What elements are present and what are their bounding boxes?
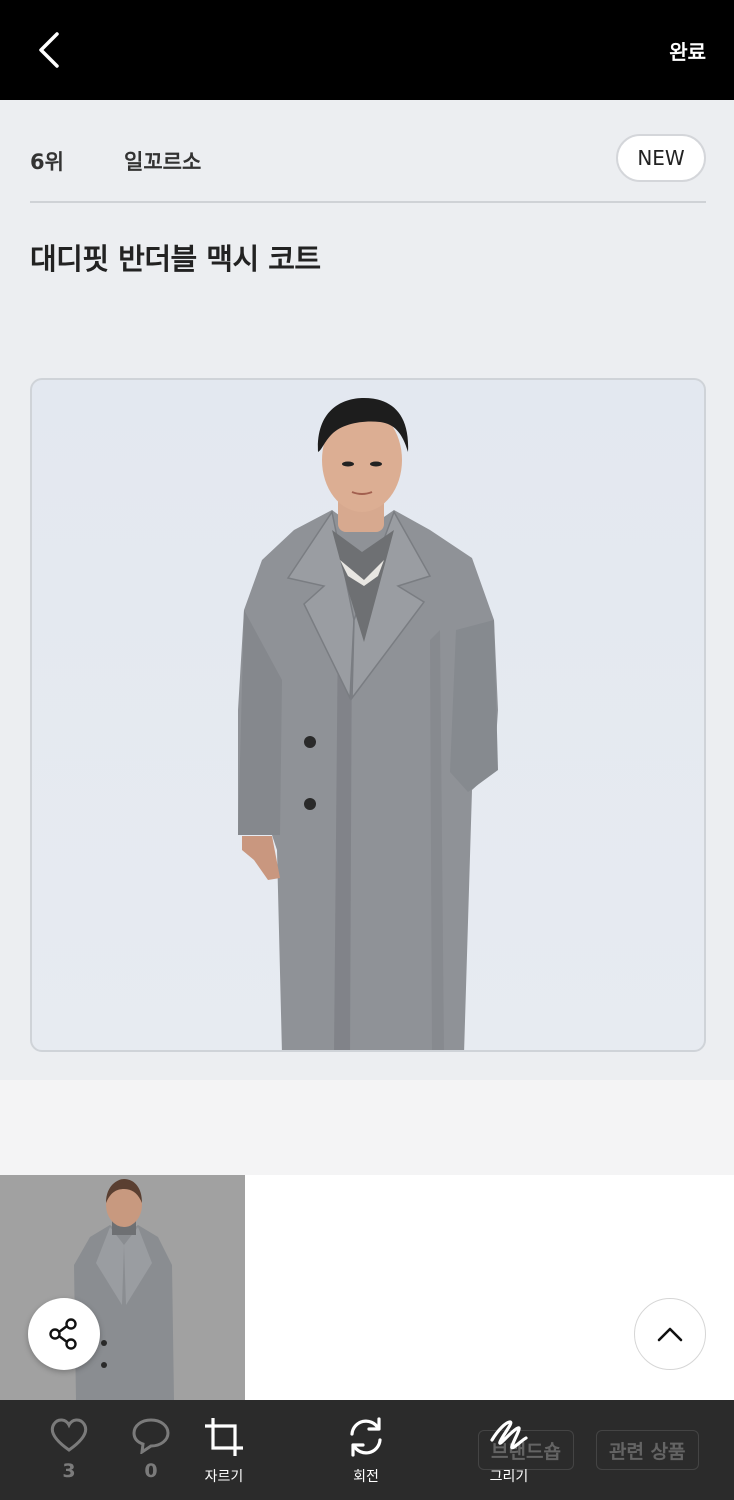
heart-icon — [50, 1418, 88, 1452]
related-thumbnail[interactable] — [0, 1175, 245, 1400]
draw-tool[interactable]: 그리기 — [469, 1416, 549, 1486]
chevron-left-icon — [39, 32, 59, 68]
model-coat-illustration — [238, 398, 498, 1050]
scroll-top-button[interactable] — [634, 1298, 706, 1370]
thumbnail-coat-illustration — [74, 1179, 174, 1400]
divider — [30, 201, 706, 203]
rotate-label: 회전 — [353, 1469, 379, 1485]
product-photo — [30, 378, 706, 1052]
rank-row: 6위 일꼬르소 NEW — [30, 134, 706, 184]
back-button[interactable] — [28, 26, 72, 74]
crop-label: 자르기 — [204, 1469, 244, 1485]
share-button[interactable] — [28, 1298, 100, 1370]
crop-tool[interactable]: 자르기 — [184, 1416, 264, 1486]
product-title: 대디핏 반더블 맥시 코트 — [30, 242, 321, 276]
chevron-up-icon — [657, 1327, 683, 1342]
related-products-button: 관련 상품 — [596, 1430, 699, 1470]
done-button[interactable]: 완료 — [669, 36, 706, 65]
rotate-tool[interactable]: 회전 — [326, 1416, 406, 1486]
rotate-icon — [350, 1417, 382, 1457]
edit-toolbar: 3 0 브랜드숍 관련 상품 자르기 회전 그리기 — [0, 1400, 734, 1500]
draw-label: 그리기 — [489, 1469, 529, 1485]
draw-icon — [490, 1420, 528, 1450]
rank-label: 6위 — [30, 150, 64, 174]
comment-action: 0 — [130, 1416, 172, 1482]
top-bar: 완료 — [0, 0, 734, 100]
edit-canvas: 6위 일꼬르소 NEW 대디핏 반더블 맥시 코트 — [0, 100, 734, 1400]
like-count: 3 — [62, 1460, 76, 1482]
product-card: 6위 일꼬르소 NEW 대디핏 반더블 맥시 코트 — [0, 100, 734, 1080]
brand-name: 일꼬르소 — [124, 150, 202, 174]
like-action: 3 — [48, 1416, 90, 1482]
comment-icon — [132, 1418, 170, 1454]
crop-icon — [205, 1418, 243, 1456]
section-gap — [0, 1080, 734, 1175]
new-badge: NEW — [616, 134, 706, 182]
comment-count: 0 — [144, 1460, 158, 1482]
share-icon — [49, 1318, 77, 1350]
